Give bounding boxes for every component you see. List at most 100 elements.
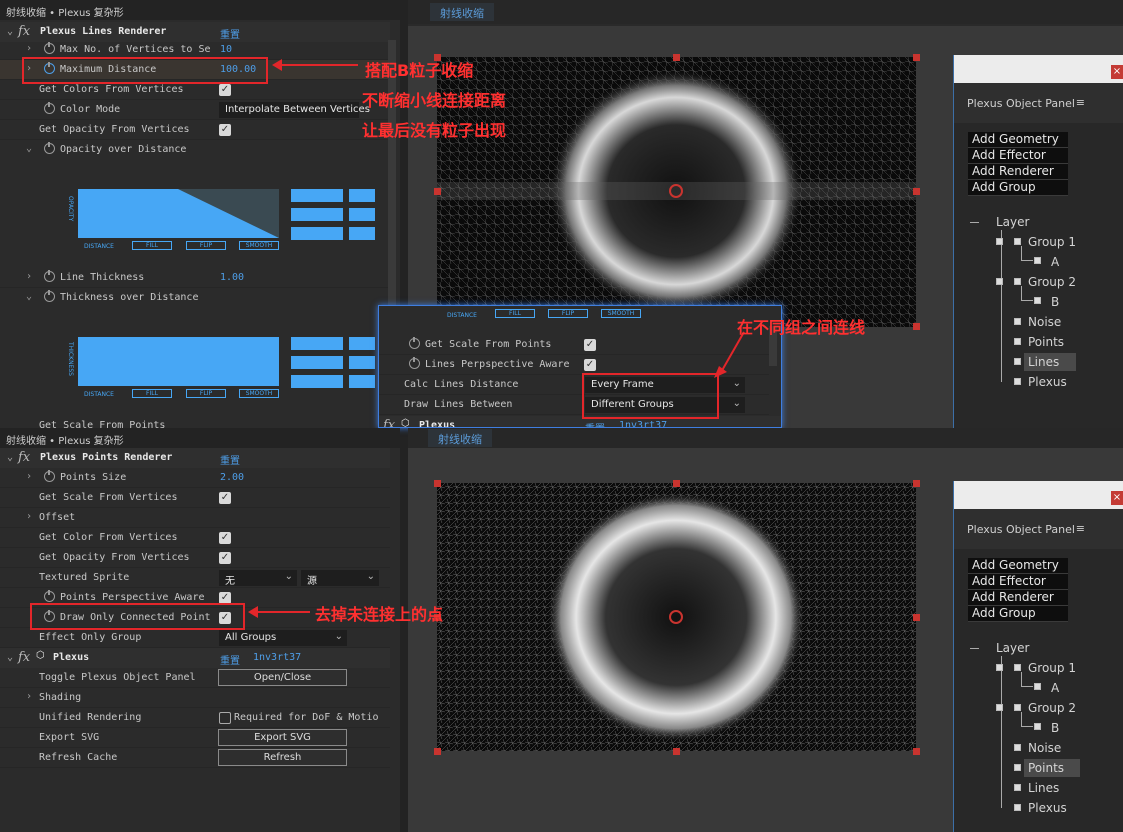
tree-node-layer[interactable]: Layer — [996, 641, 1029, 655]
chevron-down-icon[interactable]: ⌄ — [26, 291, 32, 302]
close-icon[interactable]: × — [1111, 491, 1123, 505]
tree-toggle-icon[interactable] — [996, 664, 1003, 671]
tab-comp[interactable]: 射线收缩 — [428, 429, 492, 447]
tree-toggle-icon[interactable] — [996, 704, 1003, 711]
flip-button[interactable]: FLIP — [548, 309, 588, 318]
transform-handle[interactable] — [913, 748, 920, 755]
tree-node-layer[interactable]: Layer — [996, 215, 1029, 229]
add-geometry-button[interactable]: Add Geometry — [968, 132, 1068, 148]
checkbox[interactable]: ✓ — [219, 492, 231, 504]
chevron-down-icon[interactable]: ⌄ — [7, 452, 13, 463]
add-effector-button[interactable]: Add Effector — [968, 148, 1068, 164]
add-group-button[interactable]: Add Group — [968, 180, 1068, 196]
preset-curve-5[interactable] — [291, 227, 343, 240]
preset-curve-1[interactable] — [291, 189, 343, 202]
reset-link[interactable]: 重置 — [585, 420, 605, 427]
chevron-right-icon[interactable]: › — [26, 43, 32, 54]
transform-handle[interactable] — [913, 54, 920, 61]
transform-handle[interactable] — [673, 748, 680, 755]
menu-icon[interactable]: ≡ — [1076, 96, 1085, 109]
tree-node-lines[interactable]: Lines — [1028, 781, 1059, 795]
chevron-right-icon[interactable]: › — [26, 271, 32, 282]
smooth-button[interactable]: SMOOTH — [239, 241, 279, 250]
sprite-layer-dropdown[interactable]: 无 ⌄ — [219, 570, 297, 587]
transform-handle[interactable] — [913, 323, 920, 330]
fill-button[interactable]: FILL — [495, 309, 535, 318]
chevron-down-icon[interactable]: ⌄ — [7, 26, 13, 37]
preset-curve-6[interactable] — [349, 227, 375, 240]
effect-header-plexus[interactable]: fx ⬡ Plexus 重置 1nv3rt37 — [379, 416, 781, 427]
stopwatch-icon[interactable] — [44, 270, 55, 282]
tree-node-group1[interactable]: Group 1 — [1028, 661, 1076, 675]
reset-link[interactable]: 重置 — [220, 452, 240, 467]
transform-handle[interactable] — [913, 188, 920, 195]
value[interactable]: 1.00 — [220, 272, 244, 283]
add-effector-button[interactable]: Add Effector — [968, 574, 1068, 590]
tree-node-b[interactable]: B — [1051, 721, 1059, 735]
transform-handle[interactable] — [913, 614, 920, 621]
top-render-preview[interactable] — [437, 57, 916, 327]
tree-node-a[interactable]: A — [1051, 681, 1059, 695]
reset-link[interactable]: 重置 — [220, 652, 240, 667]
tree-node-group2[interactable]: Group 2 — [1028, 701, 1076, 715]
tree-node-points[interactable]: Points — [1028, 761, 1064, 775]
chevron-down-icon[interactable]: ⌄ — [7, 652, 13, 663]
transform-handle[interactable] — [434, 480, 441, 487]
refresh-button[interactable]: Refresh — [218, 749, 347, 766]
open-close-button[interactable]: Open/Close — [218, 669, 347, 686]
anchor-point-icon[interactable] — [669, 610, 683, 624]
transform-handle[interactable] — [673, 480, 680, 487]
value[interactable]: 10 — [220, 44, 232, 55]
fill-button[interactable]: FILL — [132, 389, 172, 398]
stopwatch-icon[interactable] — [44, 142, 55, 154]
effect-header-points-renderer[interactable]: ⌄ fx Plexus Points Renderer 重置 — [0, 448, 390, 468]
transform-handle[interactable] — [434, 188, 441, 195]
checkbox[interactable]: ✓ — [219, 84, 231, 96]
stopwatch-icon[interactable] — [409, 337, 420, 349]
effect-group-dropdown[interactable]: All Groups ⌄ — [219, 630, 347, 646]
preset-curve-2[interactable] — [349, 337, 375, 350]
flip-button[interactable]: FLIP — [186, 389, 226, 398]
chevron-right-icon[interactable]: › — [26, 691, 32, 702]
chevron-right-icon[interactable]: › — [26, 471, 32, 482]
stopwatch-icon[interactable] — [44, 590, 55, 602]
preset-curve-4[interactable] — [349, 208, 375, 221]
stopwatch-icon[interactable] — [44, 102, 55, 114]
add-renderer-button[interactable]: Add Renderer — [968, 590, 1068, 606]
preset-curve-2[interactable] — [349, 189, 375, 202]
value[interactable]: 2.00 — [220, 472, 244, 483]
anchor-point-icon[interactable] — [669, 184, 683, 198]
menu-icon[interactable]: ≡ — [1076, 522, 1085, 535]
chevron-down-icon[interactable]: ⌄ — [26, 143, 32, 154]
effect-header-plexus[interactable]: ⌄ fx ⬡ Plexus 重置 1nv3rt37 — [0, 648, 390, 668]
fill-button[interactable]: FILL — [132, 241, 172, 250]
transform-handle[interactable] — [913, 480, 920, 487]
stopwatch-icon[interactable] — [44, 42, 55, 54]
preset-curve-5[interactable] — [291, 375, 343, 388]
transform-handle[interactable] — [673, 54, 680, 61]
tree-node-noise[interactable]: Noise — [1028, 315, 1061, 329]
tab-comp[interactable]: 射线收缩 — [430, 3, 494, 21]
add-geometry-button[interactable]: Add Geometry — [968, 558, 1068, 574]
smooth-button[interactable]: SMOOTH — [601, 309, 641, 318]
tree-node-noise[interactable]: Noise — [1028, 741, 1061, 755]
export-svg-button[interactable]: Export SVG — [218, 729, 347, 746]
checkbox[interactable]: ✓ — [219, 124, 231, 136]
preset-curve-3[interactable] — [291, 356, 343, 369]
checkbox[interactable]: ✓ — [584, 339, 596, 351]
tree-node-group1[interactable]: Group 1 — [1028, 235, 1076, 249]
tree-node-plexus[interactable]: Plexus — [1028, 375, 1067, 389]
chevron-right-icon[interactable]: › — [26, 511, 32, 522]
color-mode-dropdown[interactable]: Interpolate Between Vertices — [219, 102, 370, 118]
add-group-button[interactable]: Add Group — [968, 606, 1068, 622]
effect-header-lines-renderer[interactable]: ⌄ fx Plexus Lines Renderer 重置 — [0, 22, 390, 42]
stopwatch-icon[interactable] — [44, 290, 55, 302]
checkbox[interactable]: ✓ — [219, 532, 231, 544]
stopwatch-icon[interactable] — [44, 470, 55, 482]
close-icon[interactable]: × — [1111, 65, 1123, 79]
checkbox[interactable]: ✓ — [219, 552, 231, 564]
thickness-curve-graph[interactable] — [78, 337, 279, 386]
tree-node-points[interactable]: Points — [1028, 335, 1064, 349]
preset-curve-1[interactable] — [291, 337, 343, 350]
preset-curve-6[interactable] — [349, 375, 375, 388]
